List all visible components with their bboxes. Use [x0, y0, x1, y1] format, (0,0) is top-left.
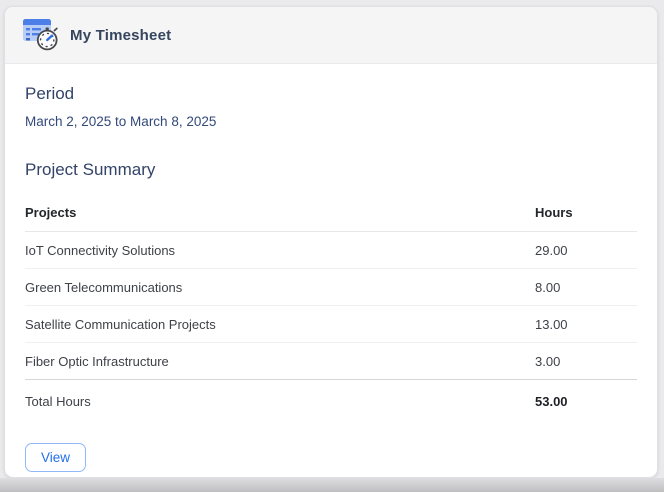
project-cell: Green Telecommunications [25, 279, 183, 295]
period-heading: Period [25, 84, 75, 103]
project-summary-table: Projects Hours IoT Connectivity Solution… [25, 193, 637, 422]
total-row: Total Hours 53.00 [25, 379, 637, 422]
page-background-strip [0, 478, 664, 492]
hours-column-header: Hours [535, 204, 573, 220]
timesheet-clock-icon [21, 16, 61, 54]
table-header-row: Projects Hours [25, 193, 637, 232]
period-value: March 2, 2025 to March 8, 2025 [25, 114, 217, 129]
total-label: Total Hours [25, 393, 91, 409]
project-cell: Satellite Communication Projects [25, 316, 216, 332]
hours-cell: 3.00 [535, 353, 561, 369]
project-summary-heading: Project Summary [25, 160, 156, 179]
projects-column-header: Projects [25, 204, 77, 220]
view-button[interactable]: View [25, 443, 87, 472]
table-row: Green Telecommunications 8.00 [25, 269, 637, 306]
table-row: IoT Connectivity Solutions 29.00 [25, 232, 637, 269]
hours-cell: 8.00 [535, 279, 561, 295]
table-row: Fiber Optic Infrastructure 3.00 [25, 343, 637, 380]
total-hours-value: 53.00 [535, 393, 568, 409]
project-cell: Fiber Optic Infrastructure [25, 353, 169, 369]
timesheet-card: My Timesheet Period March 2, 2025 to Mar… [4, 6, 658, 478]
card-header: My Timesheet [5, 7, 657, 64]
card-title: My Timesheet [70, 26, 172, 44]
hours-cell: 29.00 [535, 242, 568, 258]
actions-row: View [25, 443, 637, 472]
hours-cell: 13.00 [535, 316, 568, 332]
page: My Timesheet Period March 2, 2025 to Mar… [0, 0, 664, 492]
card-body: Period March 2, 2025 to March 8, 2025 Pr… [5, 64, 657, 477]
table-row: Satellite Communication Projects 13.00 [25, 306, 637, 343]
project-cell: IoT Connectivity Solutions [25, 242, 176, 258]
